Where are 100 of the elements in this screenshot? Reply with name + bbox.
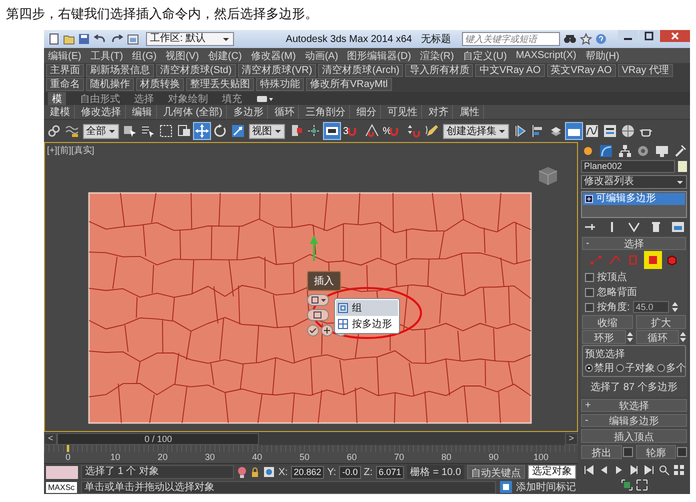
menu-item[interactable]: 帮助(H)	[585, 48, 620, 62]
toolbar-dropdown[interactable]: 视图	[249, 124, 285, 138]
workspace-dropdown[interactable]: 工作区: 默认	[146, 32, 234, 46]
radio-button[interactable]	[657, 364, 665, 372]
track-bar[interactable]: 0 10 20 30 40 50 60 70 80 90 100	[44, 445, 578, 463]
arc-icon[interactable]	[599, 144, 614, 158]
plugin-button[interactable]: 整理丢失贴图	[186, 78, 254, 91]
save-icon[interactable]	[78, 33, 90, 45]
folder-icon[interactable]	[63, 33, 75, 45]
maximize-icon[interactable]	[639, 30, 659, 42]
plugin-button[interactable]: 主界面	[46, 64, 84, 77]
plugin-button[interactable]: 导入所有材质	[405, 64, 474, 77]
plugin-button[interactable]: 随机操作	[86, 78, 134, 91]
view-cube-icon[interactable]	[538, 167, 558, 186]
menu-item[interactable]: 工具(T)	[90, 48, 124, 62]
checkbox[interactable]	[585, 288, 594, 296]
coordinate-field[interactable]: 6.071	[376, 466, 404, 478]
move-button[interactable]	[193, 122, 211, 140]
minimize-icon[interactable]	[618, 30, 638, 42]
radio-button[interactable]	[616, 364, 624, 372]
polygon-mode-button[interactable]	[644, 251, 662, 269]
menu-item[interactable]: 渲染(R)	[420, 48, 454, 62]
trash-icon[interactable]	[649, 220, 663, 234]
time-tag-button[interactable]: 添加时间标记	[516, 480, 576, 494]
checkbox[interactable]	[585, 302, 594, 312]
project-folder-icon[interactable]	[127, 33, 139, 45]
listener-label[interactable]: MAXSc	[46, 482, 77, 492]
rect-region-button[interactable]	[157, 122, 175, 140]
stack-item[interactable]: 可编辑多边形	[583, 193, 685, 205]
go-end-icon[interactable]	[643, 464, 655, 476]
settings-button[interactable]	[622, 447, 632, 457]
plugin-button[interactable]: VRay 代理	[618, 64, 673, 77]
object-color-swatch[interactable]	[678, 161, 687, 172]
motion-icon[interactable]	[636, 144, 650, 158]
menu-item[interactable]: 图形编辑器(D)	[347, 48, 412, 62]
binoculars-icon[interactable]	[563, 33, 577, 45]
redo-icon[interactable]	[110, 33, 124, 45]
menu-item[interactable]: 创建(C)	[208, 48, 242, 62]
toolbar-dropdown[interactable]: 创建选择集	[443, 124, 510, 138]
panel-button[interactable]: 扩大	[636, 315, 686, 329]
zoom-icon[interactable]	[658, 464, 670, 476]
scale-button[interactable]	[229, 122, 247, 140]
previous-frame-button[interactable]: <	[44, 432, 58, 444]
panel-button[interactable]: 挤出	[581, 445, 622, 459]
menu-item[interactable]: MAXScript(X)	[516, 50, 576, 61]
hammer-icon[interactable]	[672, 144, 687, 158]
new-file-icon[interactable]	[48, 33, 60, 45]
ribbon-button[interactable]	[565, 122, 584, 140]
menu-item[interactable]: 自定义(U)	[462, 48, 507, 62]
next-frame-button[interactable]: >	[564, 432, 578, 444]
go-start-icon[interactable]	[583, 464, 595, 476]
quad-button-icon[interactable]	[307, 294, 329, 306]
panel-button[interactable]: 环形	[582, 330, 626, 344]
transform-mode-icon[interactable]	[263, 466, 276, 478]
sun-icon[interactable]	[581, 144, 595, 158]
submenu-item[interactable]: 按多边形	[336, 316, 398, 332]
modifier-list-dropdown[interactable]: 修改器列表	[581, 175, 687, 189]
move-gizmo-icon[interactable]	[310, 235, 318, 261]
plugin-button[interactable]: 材质转换	[136, 78, 184, 91]
viewport[interactable]: [+][前][真实] 插入 组 按多边形	[44, 142, 578, 432]
insert-vertex-button[interactable]: 插入顶点	[581, 429, 687, 443]
undo-icon[interactable]	[93, 33, 107, 45]
quad-menu-title[interactable]: 插入	[307, 271, 341, 291]
ribbon-tab[interactable]: 自由形式	[80, 92, 120, 106]
keyboard-button[interactable]	[323, 122, 341, 140]
rollout-header[interactable]: - 编辑多边形	[581, 414, 687, 427]
snap-button[interactable]: 3	[341, 122, 363, 140]
search-field[interactable]: 键入关键字或短语	[462, 32, 560, 46]
plugin-button[interactable]: 特殊功能	[256, 78, 304, 91]
configure-icon[interactable]	[671, 220, 685, 234]
rollout-header[interactable]: + 软选择	[581, 399, 687, 412]
maximize-viewport-icon[interactable]	[636, 479, 648, 491]
submenu-item[interactable]: 组	[336, 300, 398, 316]
close-icon[interactable]	[660, 30, 690, 42]
ribbon-tab[interactable]: 选择	[134, 92, 154, 106]
quad-button-icon[interactable]	[307, 309, 329, 321]
panel-button[interactable]: 轮廓	[636, 445, 676, 459]
time-slider-thumb[interactable]: 0 / 100	[57, 432, 260, 444]
radio-button[interactable]	[585, 364, 593, 372]
plugin-button[interactable]: 清空材质球(Arch)	[318, 64, 404, 77]
help-icon[interactable]	[595, 33, 607, 45]
display-icon[interactable]	[654, 144, 669, 158]
ribbon-tab[interactable]: 模	[48, 92, 66, 106]
plugin-button[interactable]: 清空材质球(Std)	[156, 64, 236, 77]
menu-item[interactable]: 动画(A)	[304, 48, 338, 62]
viewport-label[interactable]: [+][前][真实]	[47, 144, 94, 157]
zoom-all-icon[interactable]	[673, 464, 685, 476]
object-name-field[interactable]: Plane002	[581, 160, 675, 173]
toolbar-dropdown[interactable]: 全部	[83, 124, 119, 138]
plugin-button[interactable]: 刷新场景信息	[86, 64, 154, 77]
plugin-button[interactable]: 重命名	[46, 78, 84, 91]
funnel-icon[interactable]	[627, 220, 641, 234]
settings-button[interactable]	[677, 447, 687, 457]
zoom-extents-icon[interactable]	[620, 479, 632, 491]
spinner-icon[interactable]	[672, 301, 678, 313]
lock-icon[interactable]	[250, 466, 260, 478]
bulb-icon[interactable]	[237, 466, 248, 478]
maxscript-listener[interactable]	[46, 466, 78, 478]
checkbox[interactable]	[585, 272, 594, 282]
menu-item[interactable]: 编辑(E)	[48, 48, 82, 62]
